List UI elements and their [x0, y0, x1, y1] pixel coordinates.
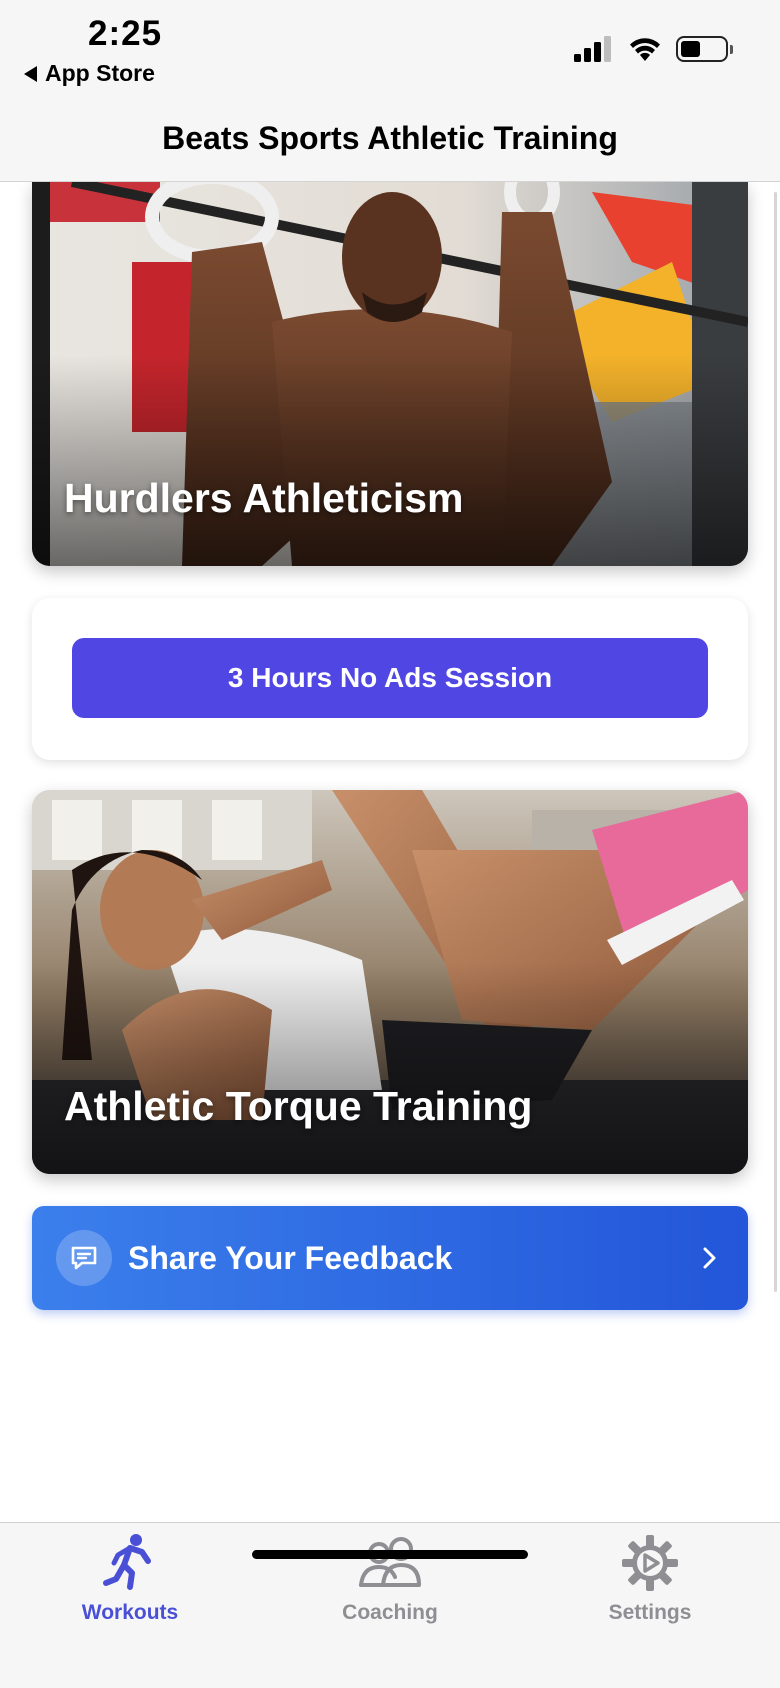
tab-workouts[interactable]: Workouts	[30, 1533, 230, 1625]
promo-card: 3 Hours No Ads Session	[32, 598, 748, 760]
wifi-icon	[630, 38, 660, 61]
no-ads-session-button[interactable]: 3 Hours No Ads Session	[72, 638, 708, 718]
back-to-app-store[interactable]: App Store	[24, 60, 155, 87]
gear-icon	[622, 1535, 678, 1591]
status-icons	[574, 36, 733, 62]
battery-icon	[676, 36, 733, 62]
cellular-signal-icon	[574, 36, 611, 62]
share-feedback-button[interactable]: Share Your Feedback	[32, 1206, 748, 1310]
tab-coaching[interactable]: Coaching	[290, 1533, 490, 1625]
tab-label: Coaching	[342, 1601, 438, 1624]
feedback-label: Share Your Feedback	[128, 1239, 453, 1276]
scroll-indicator	[774, 192, 777, 1292]
workout-card-title: Athletic Torque Training	[64, 1083, 533, 1129]
page-title: Beats Sports Athletic Training	[162, 120, 618, 156]
nav-header: Beats Sports Athletic Training	[0, 96, 780, 182]
tab-bar: Workouts Coaching Settings	[0, 1522, 780, 1688]
back-app-label: App Store	[45, 60, 155, 86]
chevron-right-icon	[703, 1247, 716, 1269]
feedback-icon-badge	[56, 1230, 112, 1286]
tab-settings[interactable]: Settings	[550, 1533, 750, 1625]
back-arrow-icon	[24, 65, 37, 82]
tab-label: Workouts	[81, 1601, 179, 1624]
status-bar: 2:25 App Store	[0, 0, 780, 96]
chat-bubble-icon	[71, 1246, 97, 1270]
workout-card-hurdlers[interactable]: Hurdlers Athleticism	[32, 182, 748, 566]
running-person-icon	[103, 1534, 151, 1590]
people-icon	[359, 1537, 421, 1587]
workout-card-torque[interactable]: Athletic Torque Training	[32, 790, 748, 1174]
status-time: 2:25	[88, 14, 163, 53]
workout-card-title: Hurdlers Athleticism	[64, 475, 464, 521]
workouts-list[interactable]: Hurdlers Athleticism 3 Hours No Ads Sess…	[0, 182, 780, 1522]
home-indicator	[252, 1550, 528, 1559]
tab-label: Settings	[608, 1601, 692, 1624]
